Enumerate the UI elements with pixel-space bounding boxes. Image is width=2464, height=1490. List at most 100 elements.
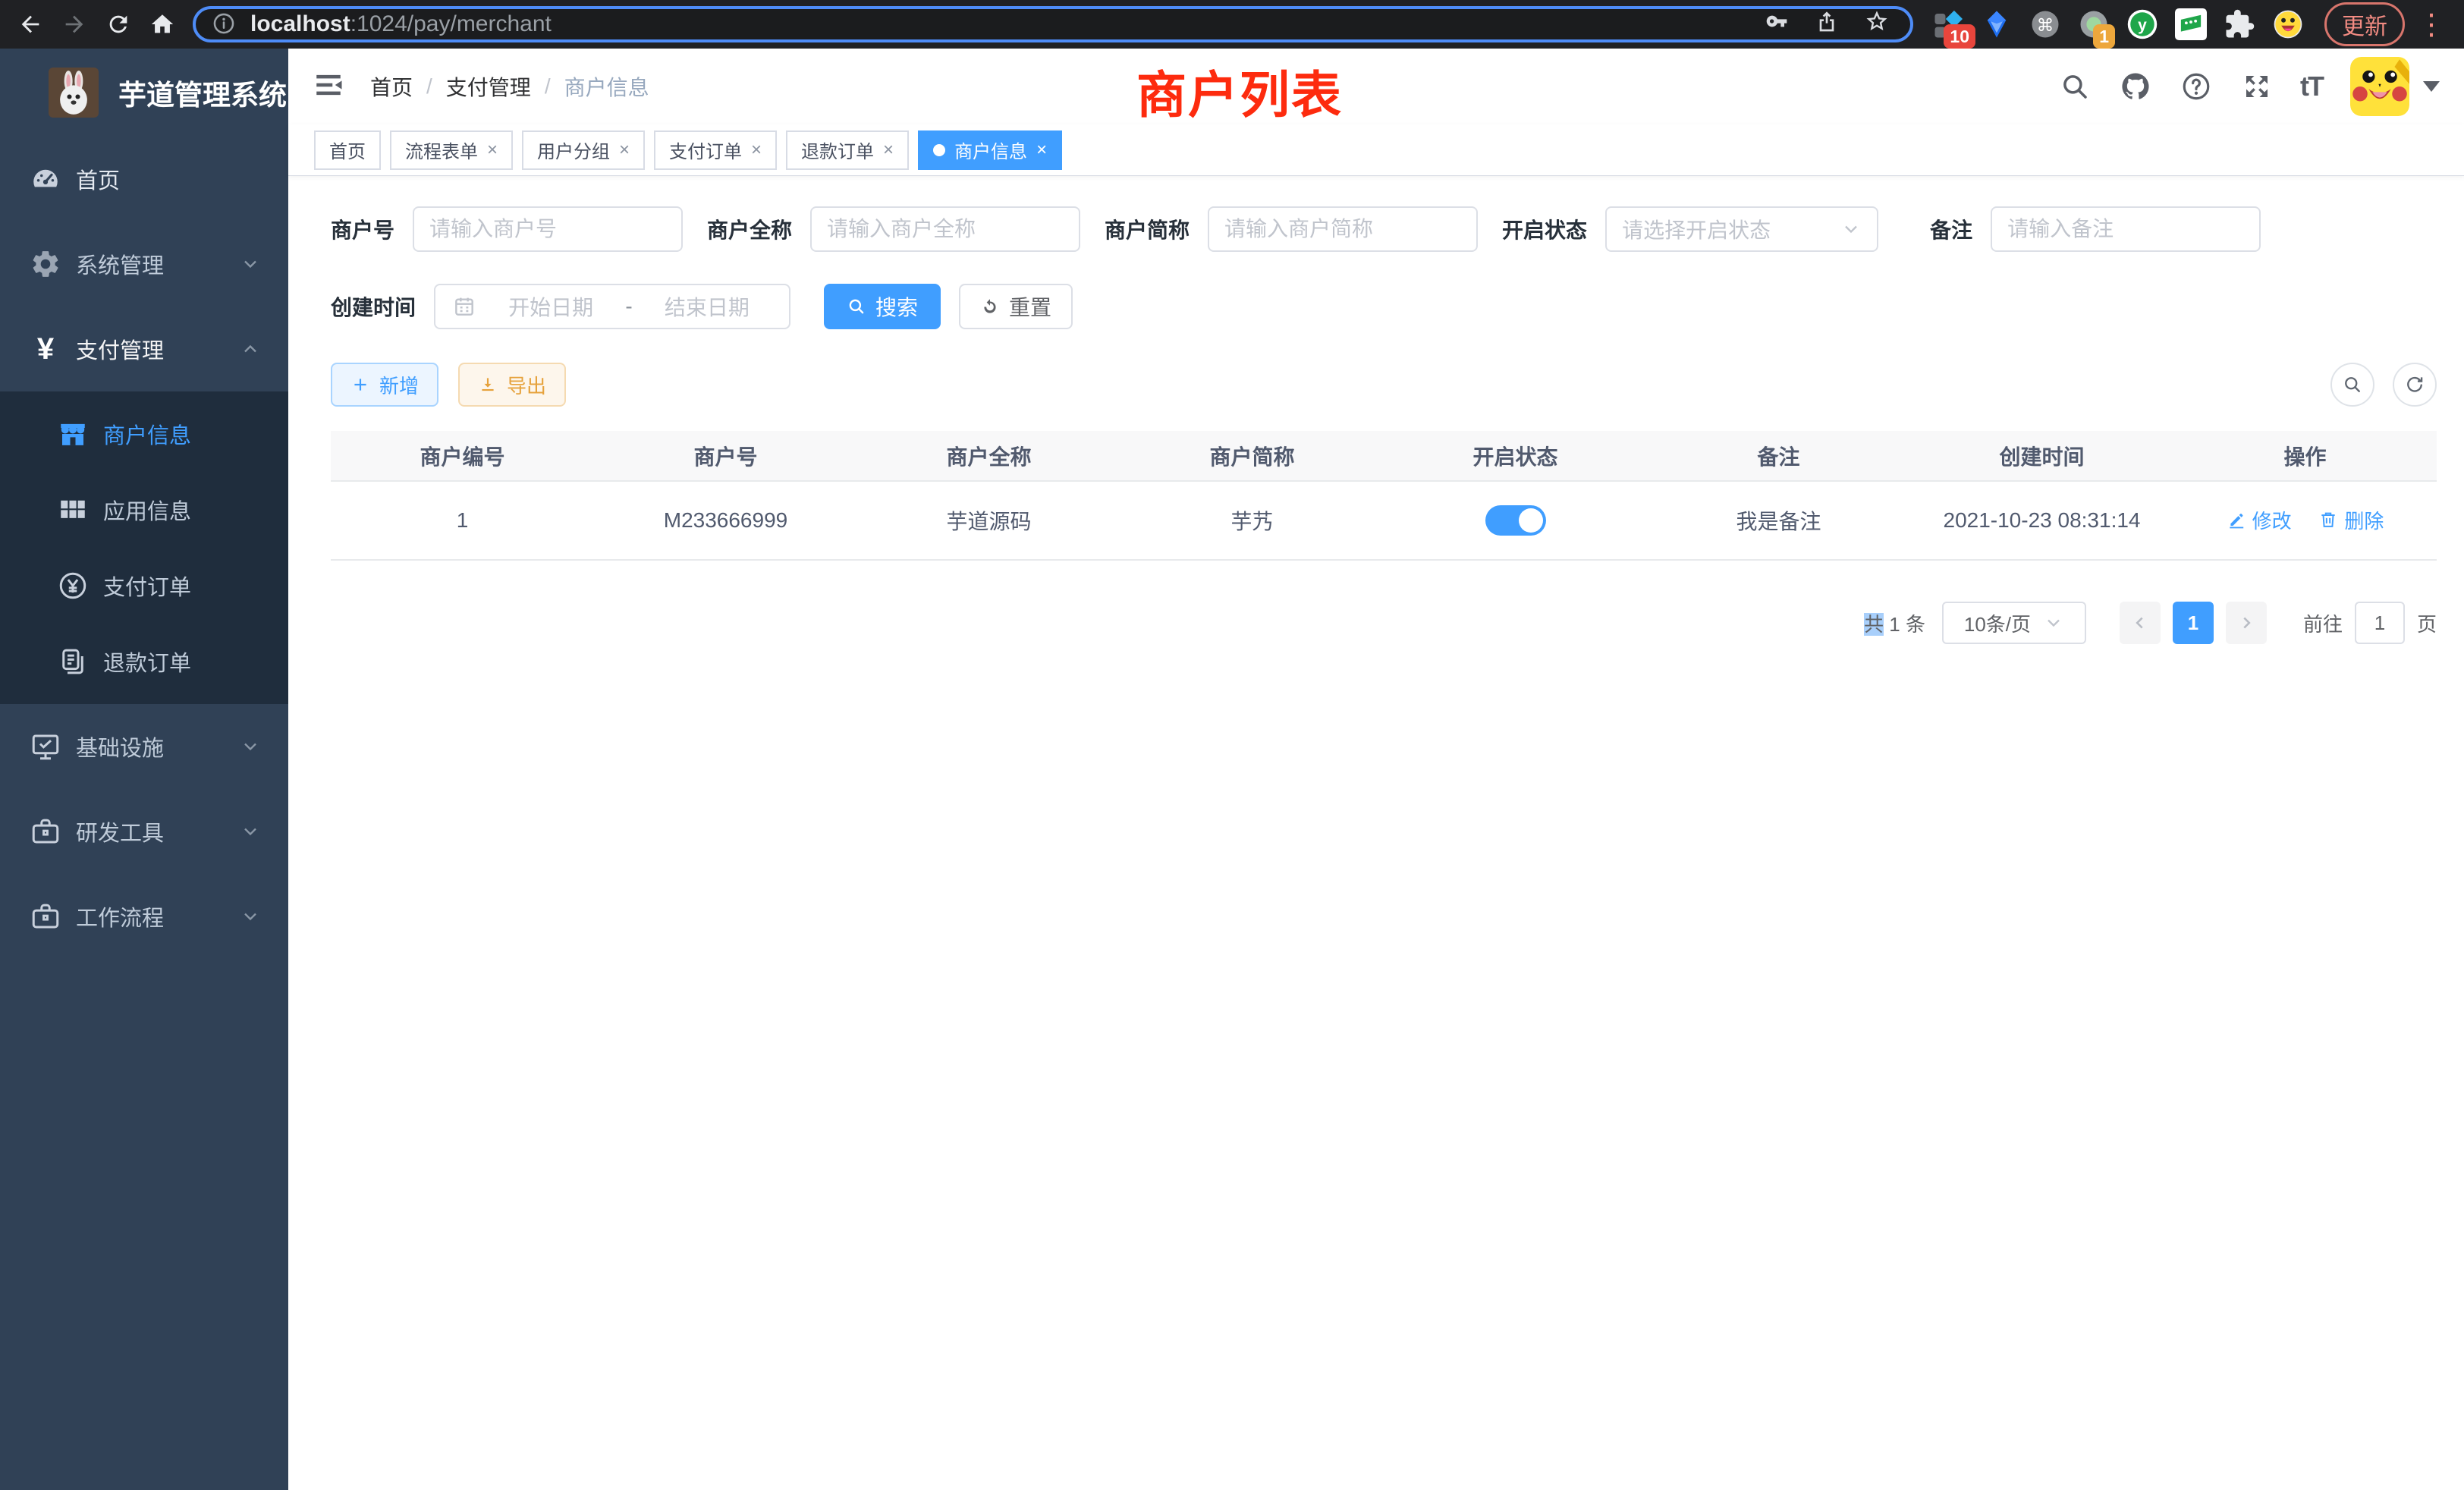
extension-recorder-icon[interactable]: 1 — [2076, 6, 2112, 42]
sidebar-item-refund-order[interactable]: 退款订单 — [0, 624, 288, 699]
col-full-name: 商户全称 — [857, 431, 1120, 481]
store-icon — [55, 416, 91, 452]
bookmark-star-icon[interactable] — [1865, 9, 1895, 39]
tab-user-group[interactable]: 用户分组× — [522, 130, 645, 170]
tab-refund-order[interactable]: 退款订单× — [786, 130, 909, 170]
cell-remark: 我是备注 — [1647, 481, 1910, 560]
sidebar-item-payment[interactable]: ¥ 支付管理 — [0, 306, 288, 391]
end-date-placeholder[interactable]: 结束日期 — [637, 291, 777, 322]
short-name-input[interactable] — [1208, 206, 1478, 252]
github-icon[interactable] — [2118, 69, 2153, 104]
chevron-down-icon — [1840, 218, 1862, 240]
delete-link[interactable]: 删除 — [2318, 506, 2384, 534]
chrome-update-button[interactable]: 更新 — [2324, 2, 2405, 46]
remark-input[interactable] — [1991, 206, 2261, 252]
browser-forward-button[interactable] — [58, 8, 91, 41]
main-area: 商户列表 首页 / 支付管理 / 商户信息 tT — [288, 49, 2464, 1490]
site-info-icon[interactable] — [211, 11, 238, 38]
breadcrumb-current: 商户信息 — [564, 71, 649, 102]
close-icon[interactable]: × — [751, 140, 762, 161]
extension-tasks-icon[interactable]: 10 — [1930, 6, 1966, 42]
search-icon[interactable] — [2057, 69, 2092, 104]
password-key-icon[interactable] — [1765, 9, 1795, 39]
browser-home-button[interactable] — [146, 8, 179, 41]
full-name-label: 商户全称 — [707, 214, 792, 244]
sidebar-collapse-icon[interactable] — [313, 69, 347, 104]
chevron-down-icon — [240, 906, 261, 927]
reset-button[interactable]: 重置 — [959, 284, 1073, 329]
cell-merchant-id: 1 — [331, 481, 594, 560]
share-icon[interactable] — [1815, 9, 1845, 39]
status-toggle-on[interactable] — [1485, 505, 1546, 536]
user-avatar[interactable] — [2350, 57, 2409, 116]
extension-command-icon[interactable]: ⌘ — [2027, 6, 2063, 42]
table-toolbar: 新增 导出 — [331, 363, 2437, 407]
close-icon[interactable]: × — [883, 140, 894, 161]
refresh-button[interactable] — [2393, 363, 2437, 407]
app-logo[interactable]: 芋道管理系统 — [0, 49, 288, 137]
avatar-caret-icon[interactable] — [2423, 81, 2440, 92]
sidebar-item-merchant-info[interactable]: 商户信息 — [0, 396, 288, 472]
sidebar-item-home[interactable]: 首页 — [0, 137, 288, 222]
short-name-label: 商户简称 — [1105, 214, 1190, 244]
close-icon[interactable]: × — [1036, 140, 1047, 161]
extension-y-icon[interactable]: y — [2124, 6, 2161, 42]
url-text: localhost:1024/pay/merchant — [250, 11, 552, 37]
sidebar-item-dev-tools[interactable]: 研发工具 — [0, 789, 288, 874]
help-icon[interactable] — [2179, 69, 2214, 104]
sidebar-item-infra[interactable]: 基础设施 — [0, 704, 288, 789]
prev-page-button[interactable] — [2120, 602, 2161, 644]
cell-actions: 修改 删除 — [2173, 481, 2437, 560]
breadcrumb-payment[interactable]: 支付管理 — [446, 71, 531, 102]
gear-icon — [27, 246, 64, 282]
merchant-no-input[interactable] — [413, 206, 683, 252]
tab-merchant-info[interactable]: 商户信息× — [918, 130, 1062, 170]
tab-process-form[interactable]: 流程表单× — [390, 130, 513, 170]
status-label: 开启状态 — [1502, 214, 1587, 244]
add-button[interactable]: 新增 — [331, 363, 438, 407]
breadcrumb-home[interactable]: 首页 — [370, 71, 413, 102]
tab-home[interactable]: 首页 — [314, 130, 381, 170]
tab-pay-order[interactable]: 支付订单× — [654, 130, 777, 170]
create-time-range-picker[interactable]: 开始日期 - 结束日期 — [434, 284, 790, 329]
edit-link[interactable]: 修改 — [2227, 506, 2292, 534]
close-icon[interactable]: × — [487, 140, 498, 161]
extensions-puzzle-icon[interactable] — [2221, 6, 2258, 42]
profile-emoji-avatar[interactable] — [2270, 6, 2306, 42]
table-header-row: 商户编号 商户号 商户全称 商户简称 开启状态 备注 创建时间 操作 — [331, 431, 2437, 481]
sidebar-item-label: 支付管理 — [76, 333, 164, 365]
address-bar[interactable]: localhost:1024/pay/merchant — [193, 6, 1913, 42]
next-page-button[interactable] — [2226, 602, 2267, 644]
yen-icon: ¥ — [27, 331, 64, 367]
navbar-actions: tT — [2032, 57, 2440, 116]
sidebar-item-workflow[interactable]: 工作流程 — [0, 874, 288, 959]
sidebar-item-app-info[interactable]: 应用信息 — [0, 472, 288, 548]
merchant-no-label: 商户号 — [331, 214, 394, 244]
start-date-placeholder[interactable]: 开始日期 — [481, 291, 621, 322]
export-button[interactable]: 导出 — [458, 363, 566, 407]
browser-back-button[interactable] — [14, 8, 47, 41]
full-name-input[interactable] — [810, 206, 1080, 252]
sidebar-item-system[interactable]: 系统管理 — [0, 222, 288, 306]
goto-page-input[interactable] — [2355, 602, 2405, 644]
cell-status — [1384, 481, 1647, 560]
sidebar-item-pay-order[interactable]: 支付订单 — [0, 548, 288, 624]
sidebar-item-label: 首页 — [76, 163, 120, 195]
current-page-button[interactable]: 1 — [2173, 602, 2214, 644]
extension-chat-icon[interactable] — [2173, 6, 2209, 42]
close-icon[interactable]: × — [619, 140, 630, 161]
page-size-select[interactable]: 10条/页 — [1942, 602, 2086, 644]
extension-kite-icon[interactable] — [1978, 6, 2015, 42]
toggle-search-button[interactable] — [2330, 363, 2374, 407]
col-merchant-no: 商户号 — [594, 431, 857, 481]
browser-reload-button[interactable] — [102, 8, 135, 41]
status-select[interactable]: 请选择开启状态 — [1605, 206, 1878, 252]
chevron-down-icon — [240, 736, 261, 757]
browser-menu-kebab-icon[interactable]: ⋮ — [2417, 8, 2446, 42]
fullscreen-icon[interactable] — [2239, 69, 2274, 104]
font-size-icon[interactable]: tT — [2300, 71, 2323, 102]
merchant-table: 商户编号 商户号 商户全称 商户简称 开启状态 备注 创建时间 操作 1 M23… — [331, 431, 2437, 561]
search-button[interactable]: 搜索 — [824, 284, 941, 329]
create-time-label: 创建时间 — [331, 291, 416, 322]
remark-label: 备注 — [1930, 214, 1972, 244]
